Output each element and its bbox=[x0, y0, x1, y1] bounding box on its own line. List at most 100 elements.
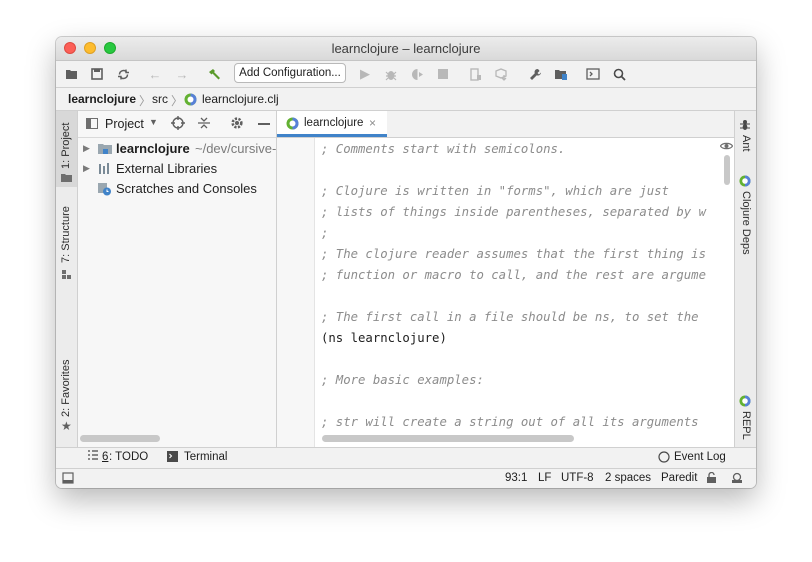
code-line: ; bbox=[321, 226, 329, 240]
code-line: ; function or macro to call, and the res… bbox=[321, 268, 706, 282]
indent-setting[interactable]: 2 spaces bbox=[605, 472, 651, 484]
project-panel-header: Project ▼ bbox=[78, 111, 276, 138]
tree-item-label: learnclojure bbox=[116, 141, 190, 156]
todo-tool-tab[interactable]: 6 : TODO bbox=[88, 448, 150, 468]
left-tool-strip: 1: Project 7: Structure 2: Favorites ★ bbox=[56, 111, 78, 447]
title-bar: learnclojure – learnclojure bbox=[56, 37, 756, 61]
cursor-position[interactable]: 93:1 bbox=[505, 472, 527, 484]
debug-bug-icon[interactable] bbox=[382, 65, 400, 83]
todo-tab-label: : TODO bbox=[109, 451, 149, 463]
code-line: ; Comments start with semicolons. bbox=[321, 142, 566, 156]
search-icon[interactable] bbox=[610, 65, 628, 83]
coverage-icon[interactable] bbox=[408, 65, 426, 83]
vertical-scrollbar[interactable] bbox=[724, 155, 730, 185]
paredit-mode[interactable]: Paredit bbox=[661, 472, 697, 484]
structure-tool-tab[interactable]: 7: Structure bbox=[56, 197, 77, 287]
folder-icon bbox=[61, 171, 72, 185]
breadcrumb-folder[interactable]: src bbox=[152, 92, 168, 106]
gear-icon[interactable] bbox=[230, 116, 244, 133]
expand-arrow-icon[interactable]: ▶ bbox=[83, 143, 90, 154]
terminal-run-icon[interactable] bbox=[584, 65, 602, 83]
tree-item-external-libraries[interactable]: ▶ External Libraries bbox=[78, 160, 276, 180]
code-editor[interactable]: ; Comments start with semicolons. ; Cloju… bbox=[321, 138, 735, 434]
horizontal-scrollbar[interactable] bbox=[80, 435, 160, 442]
collapse-all-icon[interactable] bbox=[197, 116, 211, 133]
tree-item-label: External Libraries bbox=[116, 161, 218, 176]
folder-icon bbox=[98, 143, 112, 158]
repl-tool-tab[interactable]: REPL bbox=[740, 411, 752, 440]
locate-target-icon[interactable] bbox=[171, 116, 185, 133]
structure-icon bbox=[62, 269, 72, 283]
structure-tool-tab-label: 7: Structure bbox=[60, 206, 72, 263]
project-view-selector[interactable]: Project bbox=[105, 117, 144, 131]
clojure-deps-icon bbox=[739, 175, 751, 190]
window-title: learnclojure – learnclojure bbox=[331, 41, 481, 56]
library-bars-icon bbox=[98, 163, 112, 178]
breadcrumb-project[interactable]: learnclojure bbox=[68, 92, 136, 106]
terminal-tool-tab[interactable]: Terminal bbox=[167, 448, 227, 468]
stop-icon[interactable] bbox=[434, 65, 452, 83]
settings-wrench-icon[interactable] bbox=[526, 65, 544, 83]
todo-tab-number: 6 bbox=[102, 451, 109, 463]
close-tab-icon[interactable]: × bbox=[369, 116, 376, 130]
project-tool-tab-label: 1: Project bbox=[60, 122, 72, 169]
scratches-clock-icon bbox=[98, 183, 112, 199]
star-icon: ★ bbox=[61, 419, 72, 433]
back-arrow-icon[interactable]: ← bbox=[146, 65, 164, 83]
terminal-tab-label: Terminal bbox=[184, 451, 228, 463]
file-encoding[interactable]: UTF-8 bbox=[561, 472, 594, 484]
tree-item-scratches[interactable]: Scratches and Consoles bbox=[78, 180, 276, 200]
open-folder-icon[interactable] bbox=[63, 65, 81, 83]
breadcrumb: learnclojure 〉 src 〉 learnclojure.clj bbox=[56, 88, 756, 111]
clojure-deps-tool-tab[interactable]: Clojure Deps bbox=[740, 191, 752, 255]
chevron-down-icon[interactable]: ▼ bbox=[149, 117, 158, 127]
repl-icon bbox=[739, 395, 751, 410]
code-line: ; The clojure reader assumes that the fi… bbox=[321, 247, 706, 261]
clojure-file-icon bbox=[286, 117, 299, 133]
event-log-tool-tab[interactable]: Event Log bbox=[658, 448, 730, 468]
update-download-icon[interactable] bbox=[492, 65, 510, 83]
forward-arrow-icon[interactable]: → bbox=[173, 65, 191, 83]
breadcrumb-separator-icon: 〉 bbox=[139, 94, 152, 108]
code-line: ; The first call in a file should be ns,… bbox=[321, 310, 699, 324]
code-line: ; Clojure is written in "forms", which a… bbox=[321, 184, 669, 198]
editor-area: learnclojure × ; Comments start with sem… bbox=[277, 111, 735, 447]
line-separator[interactable]: LF bbox=[538, 472, 551, 484]
breadcrumb-file[interactable]: learnclojure.clj bbox=[202, 92, 279, 106]
list-icon bbox=[88, 450, 98, 463]
expand-arrow-icon[interactable]: ▶ bbox=[83, 163, 90, 174]
ant-tool-tab[interactable]: Ant bbox=[740, 135, 752, 152]
toggle-tool-windows-icon[interactable] bbox=[62, 472, 74, 487]
code-line: ; lists of things inside parentheses, se… bbox=[321, 205, 706, 219]
tree-item-label: Scratches and Consoles bbox=[116, 181, 257, 196]
tree-item-project-root[interactable]: ▶ learnclojure ~/dev/cursive- bbox=[78, 140, 276, 160]
hide-panel-icon[interactable] bbox=[258, 123, 270, 125]
tab-label: learnclojure bbox=[304, 117, 364, 129]
ide-window: learnclojure – learnclojure ← → Add Conf… bbox=[56, 37, 756, 488]
attach-device-icon[interactable] bbox=[466, 65, 484, 83]
add-configuration-button[interactable]: Add Configuration... bbox=[234, 63, 346, 83]
code-line: ; More basic examples: bbox=[321, 373, 484, 387]
run-icon[interactable]: ▶ bbox=[356, 65, 374, 83]
save-icon[interactable] bbox=[88, 65, 106, 83]
project-tool-tab[interactable]: 1: Project bbox=[56, 111, 77, 187]
project-view-icon bbox=[86, 118, 98, 129]
event-log-label: Event Log bbox=[674, 451, 726, 463]
clojure-file-icon bbox=[184, 93, 197, 109]
editor-horizontal-scrollbar[interactable] bbox=[322, 435, 574, 442]
tree-item-path: ~/dev/cursive- bbox=[195, 141, 276, 156]
favorites-tool-tab-label: 2: Favorites bbox=[60, 359, 72, 417]
bottom-tool-tabs: 6 : TODO Terminal Event Log bbox=[56, 447, 756, 468]
preview-eye-icon[interactable] bbox=[719, 140, 734, 154]
sync-icon[interactable] bbox=[114, 65, 132, 83]
project-structure-icon[interactable] bbox=[552, 65, 570, 83]
line-gutter bbox=[277, 138, 315, 447]
build-hammer-icon[interactable] bbox=[205, 65, 223, 83]
code-line: (ns learnclojure) bbox=[321, 331, 447, 345]
favorites-tool-tab[interactable]: 2: Favorites ★ bbox=[56, 351, 77, 447]
lock-icon[interactable] bbox=[706, 471, 717, 487]
code-line: ; str will create a string out of all it… bbox=[321, 415, 699, 429]
tab-learnclojure[interactable]: learnclojure × bbox=[277, 111, 387, 137]
speech-bubble-icon bbox=[658, 451, 670, 466]
inspector-icon[interactable] bbox=[731, 472, 743, 487]
